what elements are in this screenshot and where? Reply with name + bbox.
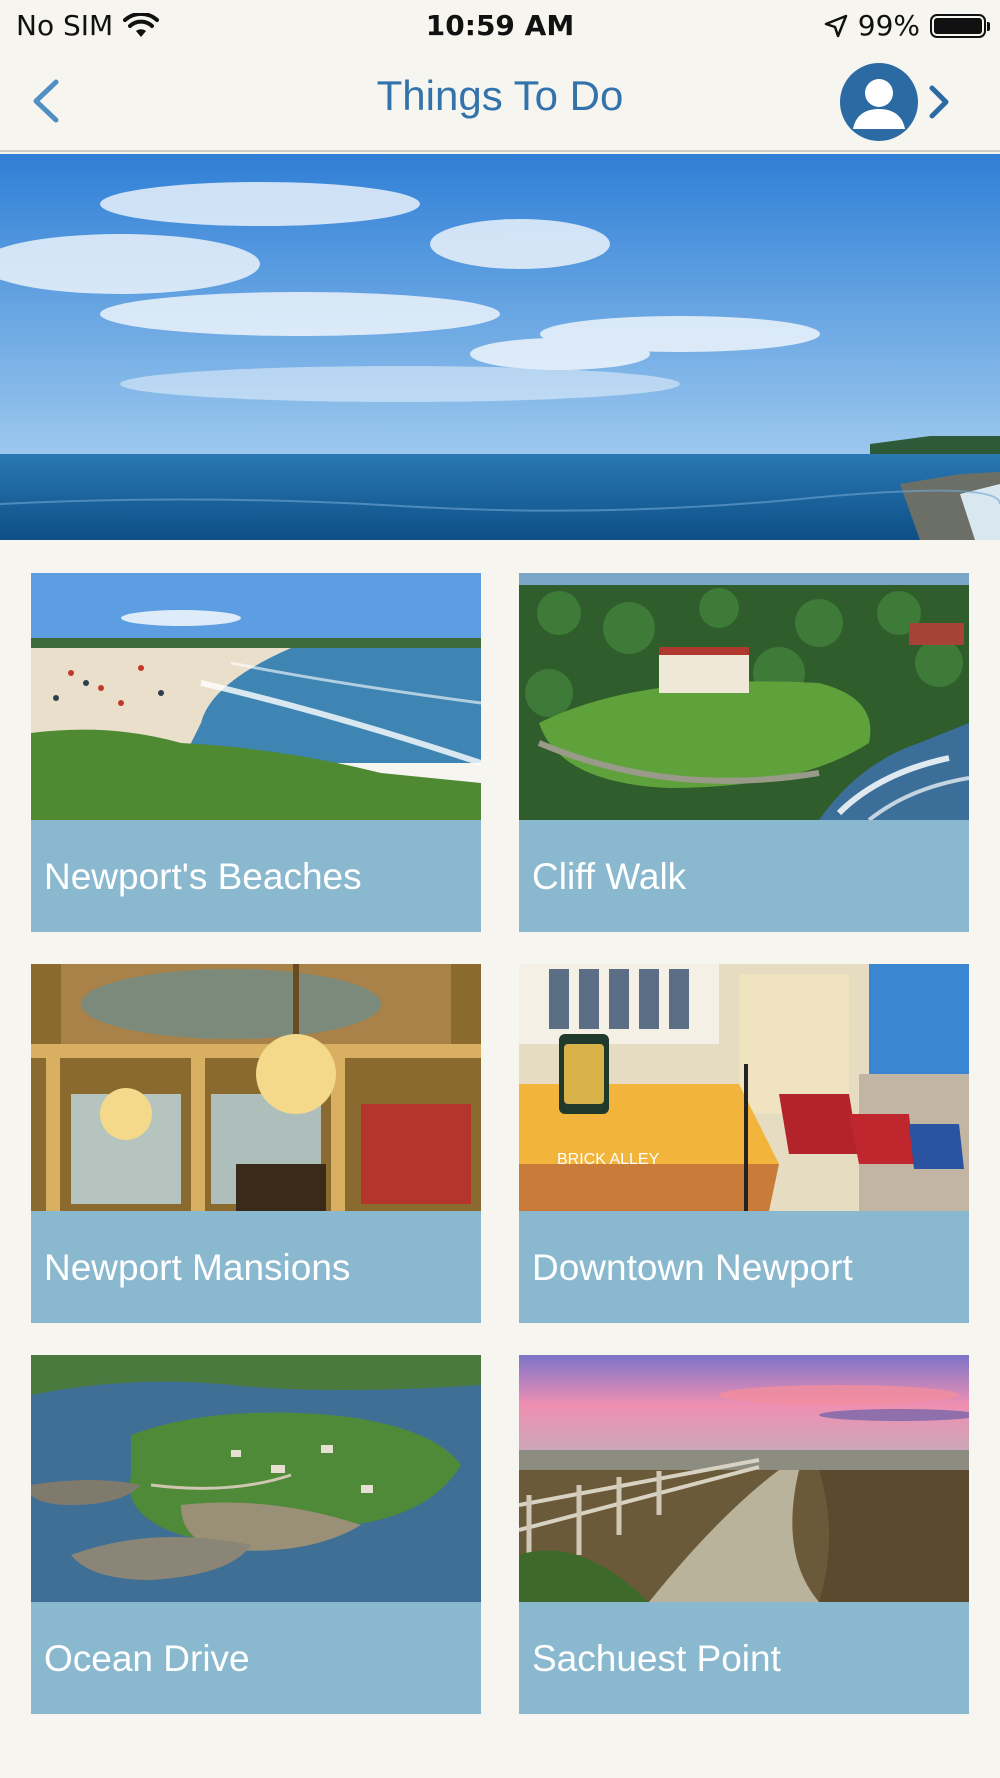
tile-label-band: Newport Mansions bbox=[31, 1211, 481, 1323]
tile-label-band: Cliff Walk bbox=[519, 820, 969, 932]
battery-icon bbox=[930, 13, 990, 38]
ocean-drive-photo bbox=[31, 1355, 481, 1602]
sachuest-point-photo bbox=[519, 1355, 969, 1602]
brick-alley-sign: BRICK ALLEY bbox=[557, 1151, 660, 1168]
tile-label: Ocean Drive bbox=[44, 1638, 250, 1679]
status-right: 99% bbox=[824, 9, 990, 42]
tile-label: Cliff Walk bbox=[532, 856, 687, 897]
tile-label-band: Ocean Drive bbox=[31, 1602, 481, 1714]
profile-button[interactable] bbox=[840, 62, 960, 142]
tile-ocean-drive[interactable]: Ocean Drive bbox=[31, 1355, 481, 1714]
downtown-storefronts-photo: BRICK ALLEY bbox=[519, 964, 969, 1211]
tile-newport-mansions[interactable]: Newport Mansions bbox=[31, 964, 481, 1323]
tile-label-band: Newport's Beaches bbox=[31, 820, 481, 932]
tile-cliff-walk[interactable]: Cliff Walk bbox=[519, 573, 969, 932]
beach-photo bbox=[31, 573, 481, 820]
hero-banner-image bbox=[0, 154, 1000, 540]
tile-newports-beaches[interactable]: Newport's Beaches bbox=[31, 573, 481, 932]
battery-percent: 99% bbox=[857, 9, 920, 42]
battery-fill bbox=[934, 17, 982, 34]
tile-label: Sachuest Point bbox=[532, 1638, 781, 1679]
tile-label: Newport's Beaches bbox=[44, 856, 362, 897]
tile-downtown-newport[interactable]: BRICK ALLEY Downtown Newport bbox=[519, 964, 969, 1323]
tile-label-band: Sachuest Point bbox=[519, 1602, 969, 1714]
tile-label: Downtown Newport bbox=[532, 1247, 853, 1288]
tile-sachuest-point[interactable]: Sachuest Point bbox=[519, 1355, 969, 1714]
location-arrow-icon bbox=[824, 14, 848, 38]
chevron-right-icon bbox=[926, 82, 952, 122]
navigation-bar: Things To Do bbox=[0, 50, 1000, 152]
user-avatar-icon bbox=[840, 63, 918, 141]
status-bar: No SIM 10:59 AM 99% bbox=[0, 0, 1000, 50]
mansion-interior-photo bbox=[31, 964, 481, 1211]
tile-label-band: Downtown Newport bbox=[519, 1211, 969, 1323]
tile-label: Newport Mansions bbox=[44, 1247, 351, 1288]
cliff-walk-photo bbox=[519, 573, 969, 820]
